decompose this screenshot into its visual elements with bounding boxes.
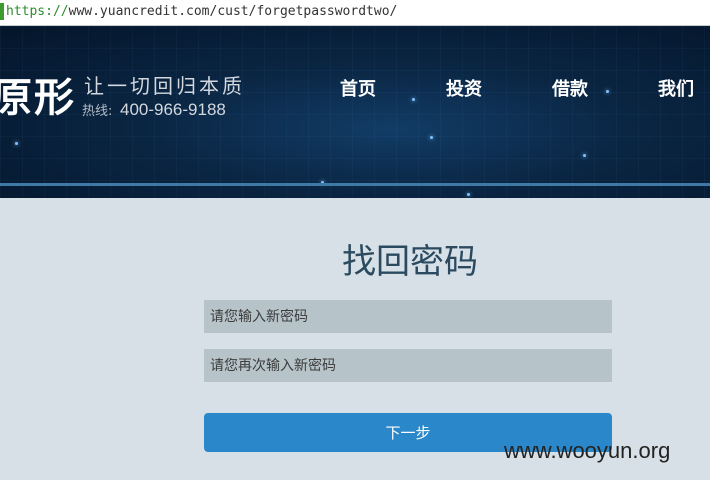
hotline-number: 400-966-9188 [120,100,226,119]
url-scheme: https:// [6,4,69,19]
site-slogan: 让一切回归本质 [84,74,245,98]
banner-glow-line [0,183,710,186]
secure-indicator-icon [0,3,4,20]
site-logo[interactable]: 原形 [0,76,76,120]
confirm-password-field[interactable] [204,349,612,382]
nav-item-about[interactable]: 我们 [658,78,694,102]
hotline-label: 热线: [82,104,113,119]
page-title: 找回密码 [342,242,478,282]
url-text[interactable]: https://www.yuancredit.com/cust/forgetpa… [6,3,397,20]
header-banner: 原形 让一切回归本质 热线: 400-966-9188 首页 投资 借款 我们 [0,26,710,198]
star-decoration [430,136,433,139]
nav-item-home[interactable]: 首页 [340,78,376,102]
address-bar[interactable]: https://www.yuancredit.com/cust/forgetpa… [0,0,710,26]
watermark: www.wooyun.org [504,438,671,463]
new-password-field[interactable] [204,300,612,333]
star-decoration [412,98,415,101]
url-path: www.yuancredit.com/cust/forgetpasswordtw… [68,4,398,19]
star-decoration [467,193,470,196]
nav-item-invest[interactable]: 投资 [446,78,482,102]
star-decoration [606,90,609,93]
star-decoration [15,142,18,145]
nav-item-borrow[interactable]: 借款 [552,78,588,102]
star-decoration [583,154,586,157]
